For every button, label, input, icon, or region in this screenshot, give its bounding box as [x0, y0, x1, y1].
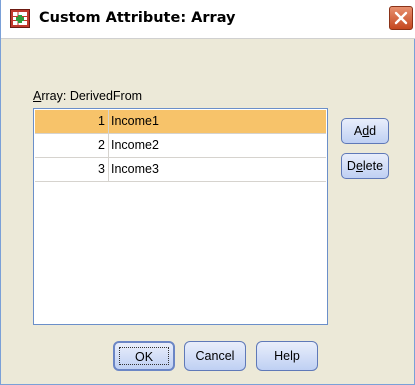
cancel-button[interactable]: Cancel [184, 341, 246, 371]
delete-button[interactable]: Delete [341, 153, 389, 179]
focus-indicator [119, 347, 169, 365]
table-row[interactable]: 3 Income3 [35, 158, 326, 182]
ok-button[interactable]: OK [113, 341, 175, 371]
array-name: DerivedFrom [69, 89, 143, 103]
row-index: 2 [35, 134, 109, 157]
title-bar[interactable]: Custom Attribute: Array [1, 0, 415, 39]
dialog-window: Custom Attribute: Array Array: DerivedFr… [0, 0, 415, 385]
row-value[interactable]: Income1 [111, 110, 159, 133]
row-value[interactable]: Income3 [111, 158, 159, 181]
array-values-table[interactable]: 1 Income1 2 Income2 3 Income3 [33, 108, 328, 325]
window-title: Custom Attribute: Array [39, 10, 236, 26]
array-name-label: Array: DerivedFrom [33, 89, 143, 103]
row-index: 1 [35, 110, 109, 133]
close-button[interactable] [389, 6, 413, 30]
close-icon [394, 11, 408, 25]
add-button[interactable]: Add [341, 118, 389, 144]
table-row[interactable]: 2 Income2 [35, 134, 326, 158]
row-index: 3 [35, 158, 109, 181]
help-button[interactable]: Help [256, 341, 318, 371]
data-editor-icon [10, 9, 30, 28]
table-row[interactable]: 1 Income1 [35, 110, 326, 134]
row-value[interactable]: Income2 [111, 134, 159, 157]
